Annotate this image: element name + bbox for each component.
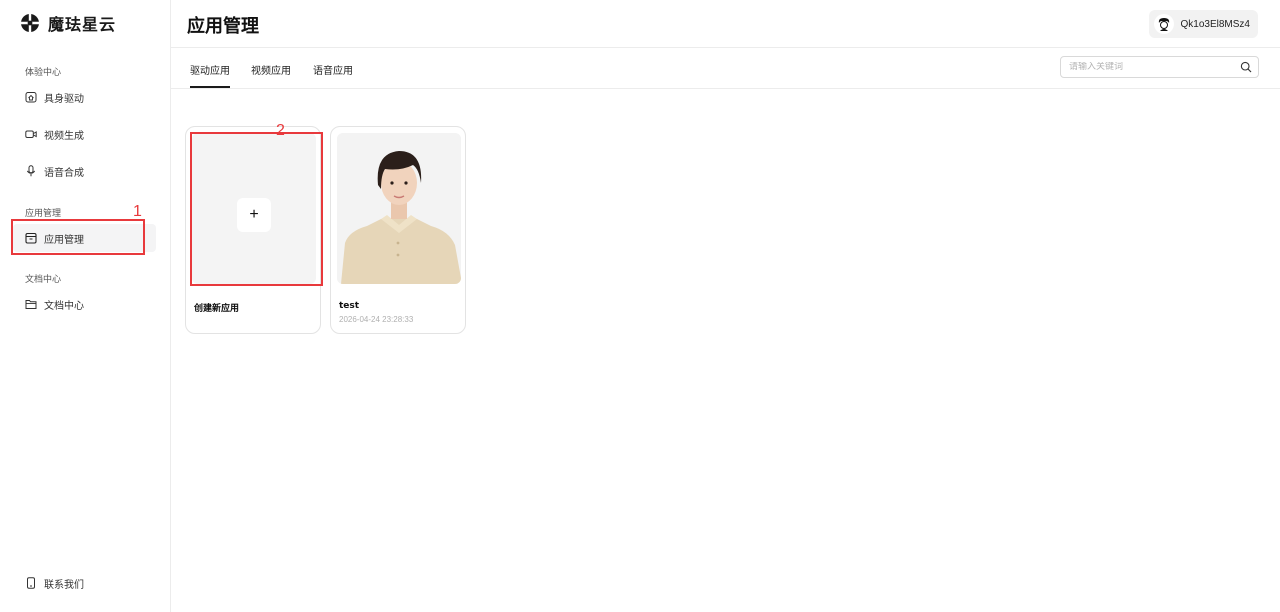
annotation-number-1: 1: [133, 203, 142, 220]
annotation-number-2: 2: [276, 122, 285, 139]
group-label-app-management: 应用管理: [25, 209, 62, 219]
phone-icon: [27, 577, 35, 589]
search-input[interactable]: [1069, 62, 1240, 72]
brand-logo-icon: [21, 14, 39, 32]
app-thumbnail: [337, 133, 461, 284]
username: Qk1o3El8MSz4: [1180, 18, 1250, 30]
page-title: 应用管理: [187, 16, 259, 37]
search-box: [1060, 56, 1259, 78]
folder-icon: [25, 300, 37, 309]
group-label-docs: 文档中心: [25, 275, 62, 285]
home-icon: [25, 92, 37, 103]
sidebar-item-label: 语音合成: [44, 167, 84, 179]
sidebar-item-contact[interactable]: 联系我们: [13, 569, 156, 597]
tabs-bar: 驱动应用 视频应用 语音应用: [171, 48, 1280, 89]
tab-voice-apps[interactable]: 语音应用: [313, 62, 353, 77]
card-title: test: [339, 301, 360, 311]
annotation-box-1: [11, 219, 145, 255]
sidebar-item-label: 具身驱动: [44, 93, 84, 105]
annotation-box-2: [190, 132, 323, 286]
video-icon: [25, 130, 37, 138]
app-card[interactable]: test 2026-04-24 23:28:33: [330, 126, 466, 334]
sidebar-item-embodied-drive[interactable]: 具身驱动: [13, 83, 156, 111]
sidebar: 魔珐星云 体验中心 具身驱动 视频生成 语音合成 应用管理 应用管理 文档中心 …: [0, 0, 171, 612]
tab-drive-apps[interactable]: 驱动应用: [190, 62, 230, 88]
sidebar-item-label: 文档中心: [44, 300, 84, 312]
sidebar-item-speech-synthesis[interactable]: 语音合成: [13, 157, 156, 185]
sidebar-item-video-gen[interactable]: 视频生成: [13, 120, 156, 148]
avatar-figure-image: [337, 133, 461, 284]
user-menu[interactable]: Qk1o3El8MSz4: [1148, 10, 1258, 38]
sidebar-item-docs[interactable]: 文档中心: [13, 290, 156, 318]
brand[interactable]: 魔珐星云: [20, 12, 116, 34]
card-title: 创建新应用: [194, 304, 240, 314]
search-icon[interactable]: [1240, 61, 1252, 73]
avatar-icon: [1153, 14, 1174, 34]
microphone-icon: [26, 165, 36, 177]
card-date: 2026-04-24 23:28:33: [339, 315, 414, 324]
sidebar-item-label: 联系我们: [44, 579, 84, 591]
tab-video-apps[interactable]: 视频应用: [251, 62, 291, 77]
brand-name: 魔珐星云: [48, 15, 117, 34]
sidebar-item-label: 视频生成: [44, 130, 84, 142]
header: 应用管理 Qk1o3El8MSz4: [171, 0, 1280, 48]
group-label-experience: 体验中心: [25, 68, 62, 78]
